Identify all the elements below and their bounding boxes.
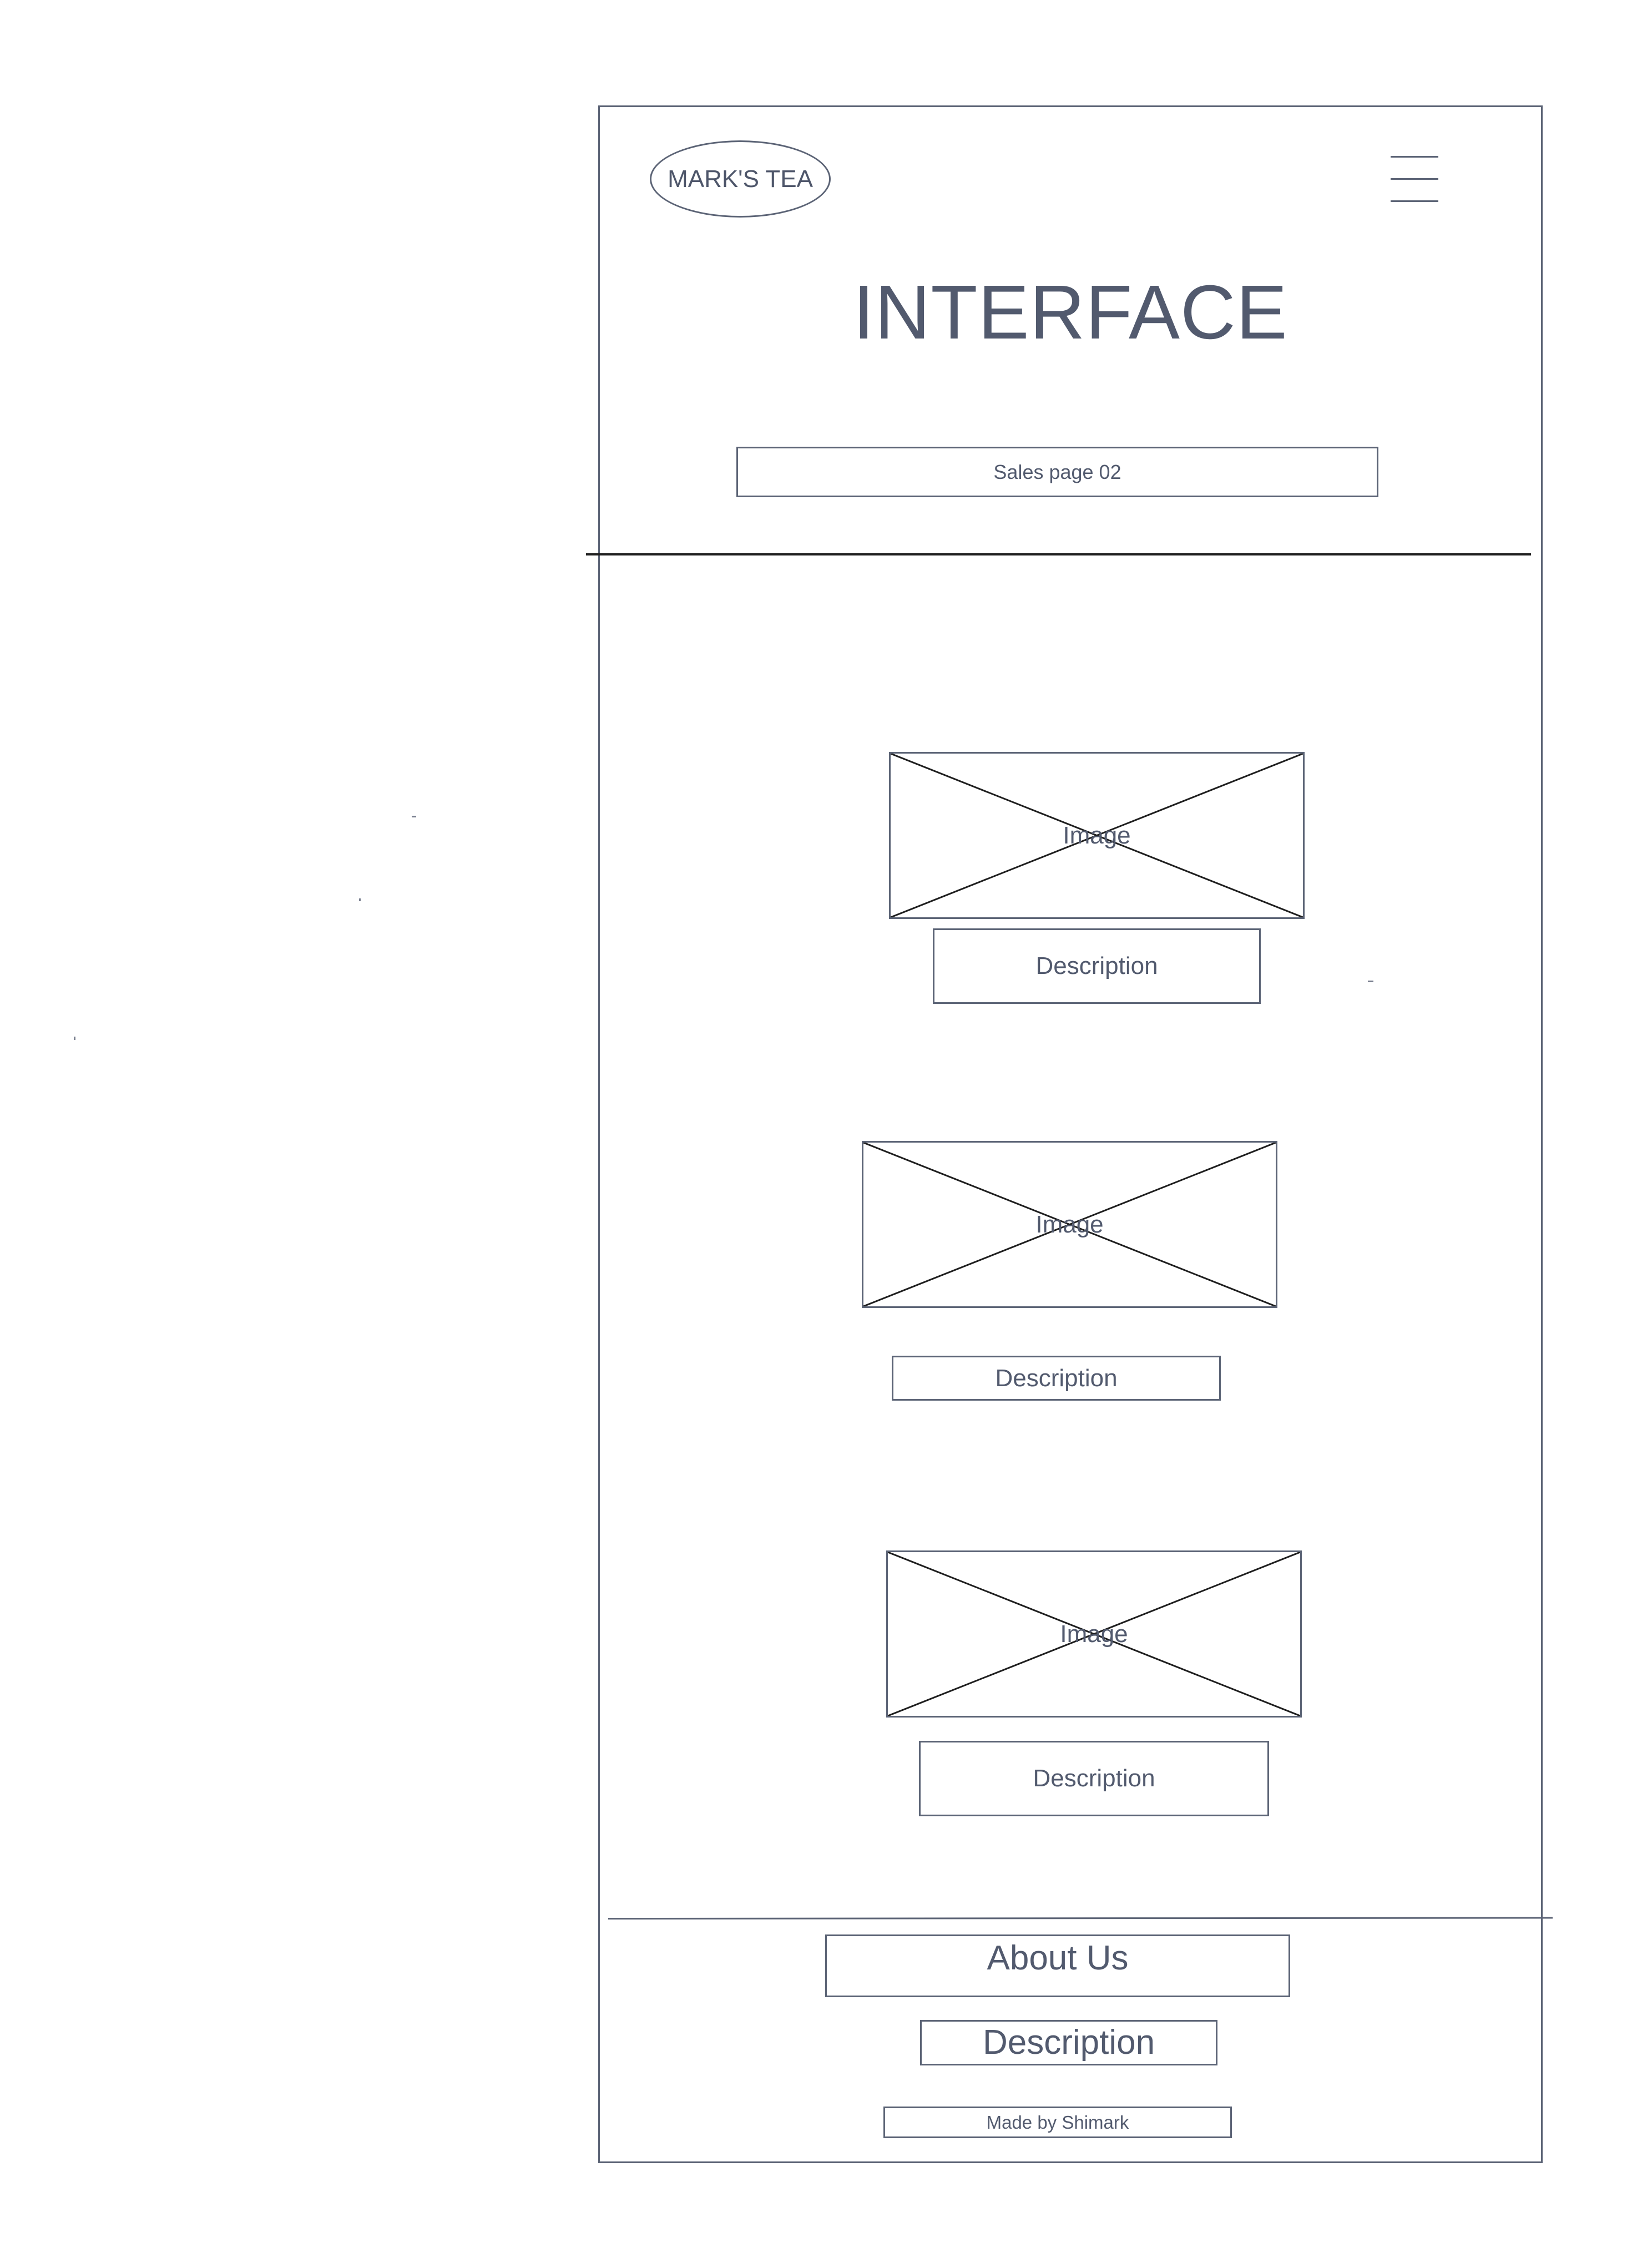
product-description-text: Description [1033,1765,1155,1792]
product-description-text: Description [1035,952,1158,979]
product-description-text: Description [995,1364,1118,1392]
page-frame [598,105,1543,2163]
credit-text: Made by Shimark [986,2112,1129,2133]
subtitle-text: Sales page 02 [993,460,1121,483]
footer-description-box: Description [920,2020,1217,2065]
credit-box: Made by Shimark [883,2107,1232,2138]
logo-text: MARK'S TEA [668,165,813,193]
product-description-box[interactable]: Description [919,1741,1269,1816]
image-label: Image [1060,1620,1128,1648]
image-label: Image [1063,821,1131,849]
about-us-button[interactable]: About Us [825,1934,1290,1997]
subtitle-box: Sales page 02 [736,447,1378,497]
menu-bar-top [1391,156,1438,158]
about-us-label: About Us [987,1939,1129,1977]
page-title: INTERFACE [853,270,1288,355]
image-label: Image [1035,1210,1104,1238]
logo[interactable]: MARK'S TEA [650,140,831,218]
menu-bar-bottom [1391,200,1438,202]
product-image-placeholder[interactable]: Image [886,1550,1302,1718]
product-image-placeholder[interactable]: Image [889,752,1305,919]
canvas-speck [359,898,361,901]
canvas-speck [74,1037,75,1040]
menu-bar-middle [1391,178,1438,180]
canvas-speck [1368,981,1373,982]
footer-description-text: Description [982,2023,1155,2062]
header-divider [586,553,1531,555]
product-image-placeholder[interactable]: Image [862,1141,1277,1308]
product-description-box[interactable]: Description [933,928,1261,1004]
canvas-speck [412,816,416,817]
product-description-box[interactable]: Description [892,1356,1221,1401]
hamburger-menu-icon[interactable] [1391,154,1438,204]
